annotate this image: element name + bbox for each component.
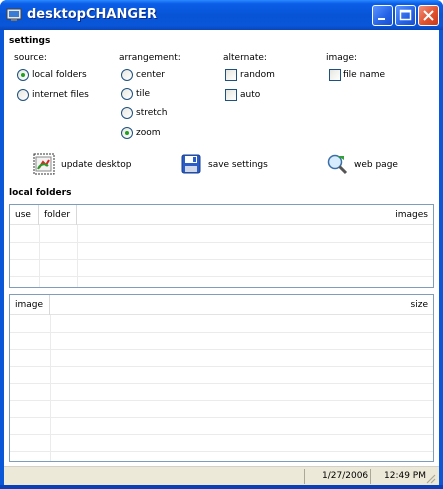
update-desktop-button[interactable]: update desktop <box>33 153 133 177</box>
alternate-auto-checkbox[interactable] <box>225 89 237 101</box>
web-page-button[interactable]: web page <box>326 153 406 177</box>
window-title: desktopCHANGER <box>27 7 157 22</box>
arrangement-zoom-label[interactable]: zoom <box>136 128 161 138</box>
row-gridline <box>10 332 433 333</box>
column-folder-label: folder <box>44 210 71 220</box>
column-gridline <box>50 315 51 461</box>
settings-heading: settings <box>9 36 51 46</box>
status-separator <box>304 469 305 484</box>
web-page-label: web page <box>354 160 398 170</box>
column-gridline <box>77 225 78 287</box>
column-size-label: size <box>410 300 428 310</box>
source-local-folders-radio[interactable] <box>17 69 29 81</box>
arrangement-tile-radio[interactable] <box>121 88 133 100</box>
column-use-label: use <box>15 210 31 220</box>
column-images-label: images <box>395 210 428 220</box>
source-label: source: <box>14 53 47 63</box>
maximize-icon <box>399 9 412 21</box>
row-gridline <box>10 383 433 384</box>
status-date: 1/27/2006 <box>322 471 369 481</box>
arrangement-zoom-radio[interactable] <box>121 127 133 139</box>
minimize-button[interactable] <box>372 5 393 26</box>
save-settings-button[interactable]: save settings <box>180 153 270 177</box>
row-gridline <box>10 417 433 418</box>
alternate-label: alternate: <box>223 53 267 63</box>
status-time: 12:49 PM <box>384 471 426 481</box>
column-header-folder[interactable]: folder <box>39 205 77 225</box>
source-local-folders-label[interactable]: local folders <box>32 70 87 80</box>
local-folders-heading: local folders <box>9 188 72 198</box>
images-list-header: image size <box>10 295 433 315</box>
title-bar[interactable]: desktopCHANGER <box>0 0 443 30</box>
image-file-name-label[interactable]: file name <box>343 70 385 80</box>
status-bar: 1/27/2006 12:49 PM <box>4 466 439 485</box>
alternate-random-checkbox[interactable] <box>225 69 237 81</box>
local-folders-list[interactable]: use folder images <box>9 204 434 288</box>
app-icon <box>6 8 22 21</box>
column-header-image[interactable]: image <box>10 295 50 315</box>
alternate-auto-label[interactable]: auto <box>240 90 260 100</box>
image-file-name-checkbox[interactable] <box>329 69 341 81</box>
maximize-button[interactable] <box>395 5 416 26</box>
column-gridline <box>39 225 40 287</box>
row-gridline <box>10 276 433 277</box>
image-label: image: <box>326 53 358 63</box>
status-separator <box>370 469 371 484</box>
close-icon <box>423 10 434 21</box>
arrangement-center-label[interactable]: center <box>136 70 165 80</box>
close-button[interactable] <box>418 5 439 26</box>
source-internet-files-radio[interactable] <box>17 89 29 101</box>
row-gridline <box>10 242 433 243</box>
arrangement-stretch-label[interactable]: stretch <box>136 108 167 118</box>
minimize-icon <box>378 18 385 20</box>
arrangement-label: arrangement: <box>119 53 181 63</box>
web-search-icon <box>327 154 348 175</box>
local-folders-header: use folder images <box>10 205 433 225</box>
column-header-size[interactable]: size <box>50 295 433 315</box>
window-frame-bottom <box>0 485 443 489</box>
refresh-desktop-icon <box>33 153 55 175</box>
arrangement-center-radio[interactable] <box>121 69 133 81</box>
update-desktop-label: update desktop <box>61 160 132 170</box>
floppy-disk-icon <box>181 154 201 174</box>
arrangement-tile-label[interactable]: tile <box>136 89 150 99</box>
arrangement-stretch-radio[interactable] <box>121 107 133 119</box>
row-gridline <box>10 434 433 435</box>
row-gridline <box>10 366 433 367</box>
row-gridline <box>10 349 433 350</box>
alternate-random-label[interactable]: random <box>240 70 275 80</box>
column-image-label: image <box>15 300 44 310</box>
images-list[interactable]: image size <box>9 294 434 462</box>
column-header-use[interactable]: use <box>10 205 39 225</box>
row-gridline <box>10 259 433 260</box>
column-header-images[interactable]: images <box>77 205 433 225</box>
resize-grip-icon[interactable] <box>424 472 436 484</box>
row-gridline <box>10 400 433 401</box>
source-internet-files-label[interactable]: internet files <box>32 90 89 100</box>
row-gridline <box>10 451 433 452</box>
save-settings-label: save settings <box>208 160 268 170</box>
